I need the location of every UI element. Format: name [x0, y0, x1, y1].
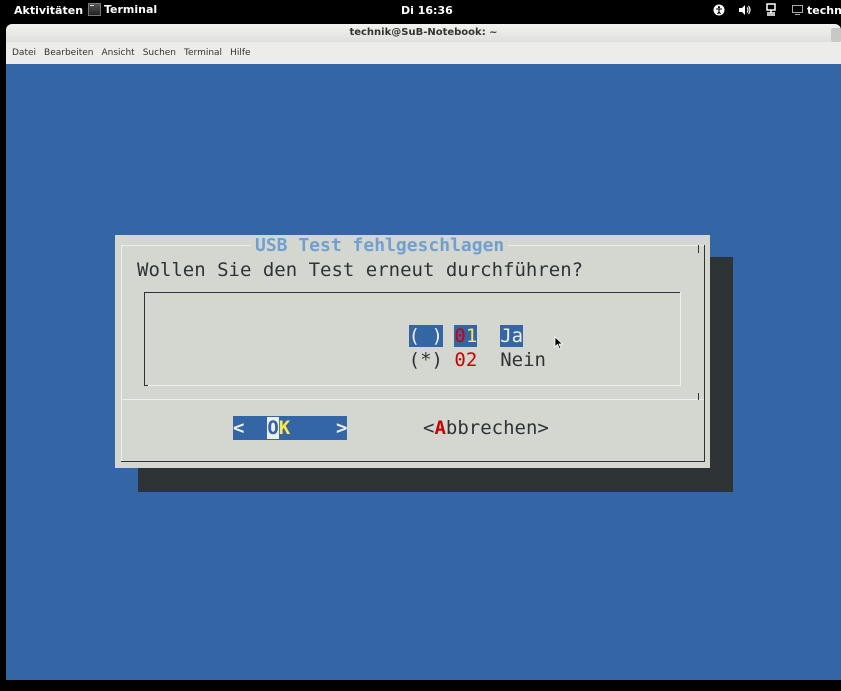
ok-button[interactable]: < OK > — [233, 416, 348, 440]
menu-ansicht[interactable]: Ansicht — [101, 48, 134, 58]
volume-icon[interactable] — [738, 3, 752, 17]
menu-datei[interactable]: Datei — [12, 48, 36, 58]
radio-mark: (*) — [408, 349, 443, 371]
user-status-icon — [790, 3, 804, 17]
terminal-area[interactable]: USB Test fehlgeschlagen Wollen Sie den T… — [6, 64, 841, 680]
ok-left: < — [233, 417, 268, 439]
button-separator — [121, 399, 704, 400]
menu-suchen[interactable]: Suchen — [143, 48, 176, 58]
accessibility-icon[interactable] — [712, 3, 726, 17]
app-name: Terminal — [104, 3, 158, 16]
frame-right — [704, 245, 705, 461]
user-menu[interactable]: techni — [790, 3, 841, 17]
app-menu[interactable]: Terminal — [88, 3, 157, 16]
item-label: Nein — [500, 349, 546, 371]
list-frame-right — [680, 292, 681, 385]
bottom-bar — [0, 680, 841, 691]
cancel-open: < — [423, 417, 435, 439]
frame-bottom — [121, 461, 705, 462]
dialog-question: Wollen Sie den Test erneut durchführen? — [137, 259, 584, 281]
menu-hilfe[interactable]: Hilfe — [230, 48, 250, 58]
list-frame-left — [144, 292, 145, 385]
item-tag-rest: 2 — [465, 349, 478, 371]
item-tag-first: 0 — [454, 349, 466, 371]
system-tray: techni — [712, 3, 841, 17]
menu-bar: Datei Bearbeiten Ansicht Suchen Terminal… — [6, 42, 841, 64]
whiptail-dialog: USB Test fehlgeschlagen Wollen Sie den T… — [115, 235, 710, 468]
separator-tick — [698, 393, 699, 400]
ok-right: > — [290, 417, 348, 439]
list-frame-top — [144, 292, 680, 293]
window-titlebar[interactable]: technik@SuB-Notebook: ~ — [6, 24, 841, 42]
activities-button[interactable]: Aktivitäten — [14, 4, 83, 17]
menu-bearbeiten[interactable]: Bearbeiten — [44, 48, 93, 58]
cancel-rest: bbrechen> — [445, 417, 549, 439]
list-item-nein[interactable]: (*) 02 Nein — [340, 327, 546, 393]
mouse-pointer-icon — [554, 335, 564, 354]
window-close-button[interactable] — [831, 28, 841, 42]
ok-o: O — [267, 417, 279, 439]
user-name: techni — [807, 3, 841, 17]
network-icon[interactable] — [764, 3, 778, 17]
top-bar: Aktivitäten Terminal Di 16:36 techni — [0, 0, 841, 22]
terminal-app-icon — [88, 3, 101, 16]
list-frame-corner — [144, 385, 148, 386]
frame-left — [121, 245, 122, 461]
cancel-button[interactable]: <Abbrechen> — [423, 416, 549, 440]
window-title: technik@SuB-Notebook: ~ — [349, 27, 498, 38]
menu-terminal[interactable]: Terminal — [184, 48, 222, 58]
clock[interactable]: Di 16:36 — [401, 4, 453, 17]
ok-k: K — [278, 417, 291, 439]
cancel-hotkey: A — [434, 417, 446, 439]
frame-corner-tr — [698, 245, 699, 253]
dialog-title: USB Test fehlgeschlagen — [251, 235, 509, 257]
